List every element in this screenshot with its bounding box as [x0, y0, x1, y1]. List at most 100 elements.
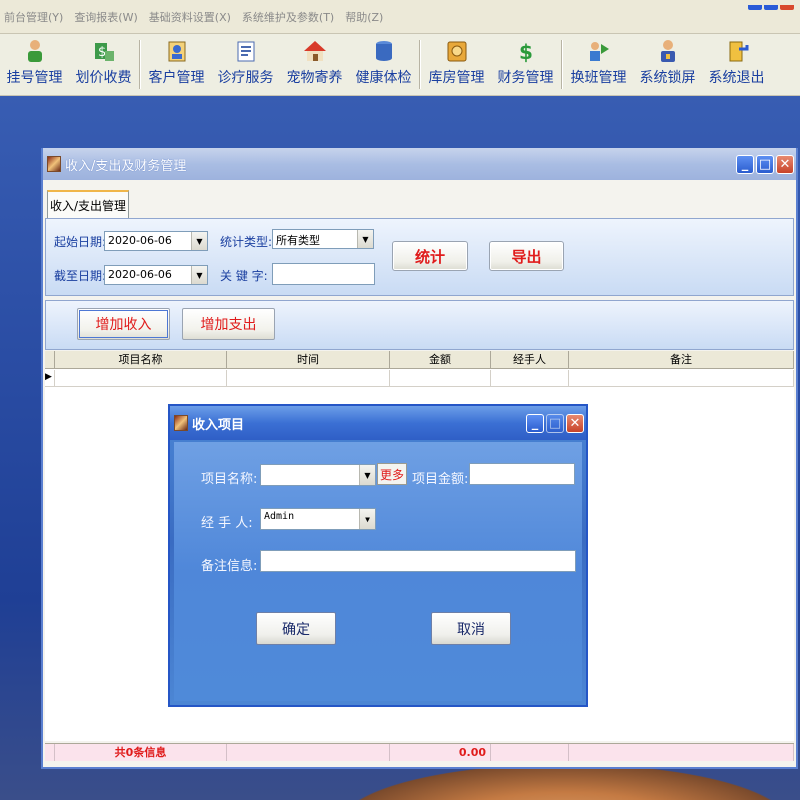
toolbar-warehouse-button[interactable]: 库房管理: [422, 34, 491, 95]
note-input[interactable]: [260, 550, 576, 572]
note-label: 备注信息:: [201, 559, 258, 574]
end-date-value: 2020-06-06: [108, 268, 172, 281]
maximize-button: □: [546, 413, 564, 433]
table-row[interactable]: ▶: [45, 370, 794, 387]
toolbar-label: 客户管理: [148, 70, 205, 86]
table-header: 项目名称 时间 金额 经手人 备注: [45, 351, 794, 369]
money-icon: $: [91, 38, 117, 64]
column-header[interactable]: 金额: [390, 351, 491, 368]
warehouse-icon: [444, 38, 470, 64]
row-pointer-icon: ▶: [45, 370, 55, 386]
close-button[interactable]: ✕: [776, 154, 794, 174]
column-header[interactable]: 备注: [569, 351, 794, 368]
lock-icon: [655, 38, 681, 64]
toolbar-shift-button[interactable]: 换班管理: [564, 34, 633, 95]
dollar-icon: $: [513, 38, 539, 64]
amount-input[interactable]: [469, 463, 575, 485]
toolbar-customer-button[interactable]: 客户管理: [142, 34, 211, 95]
dialog-title: 收入项目: [192, 417, 245, 433]
keyword-input[interactable]: [272, 263, 375, 285]
toolbar-separator: [561, 40, 563, 89]
ok-button[interactable]: 确定: [256, 612, 336, 645]
start-date-picker[interactable]: 2020-06-06 ▼: [104, 231, 208, 251]
keyword-label: 关 键 字:: [220, 269, 268, 283]
toolbar-register-button[interactable]: 挂号管理: [0, 34, 69, 95]
row-header-corner: [45, 351, 55, 368]
stat-button[interactable]: 统计: [392, 241, 468, 271]
toolbar-label: 诊疗服务: [217, 70, 274, 86]
exit-icon: [724, 38, 750, 64]
close-button[interactable]: ✕: [566, 413, 584, 433]
toolbar-label: 系统退出: [708, 70, 765, 86]
chevron-down-icon[interactable]: ▼: [191, 266, 207, 284]
record-count: 共0条信息: [55, 744, 227, 761]
toolbar-treatment-button[interactable]: 诊疗服务: [211, 34, 280, 95]
menu-reports[interactable]: 查询报表(W): [74, 9, 137, 25]
app-icon: [174, 415, 188, 431]
house-icon: [302, 38, 328, 64]
minimize-button[interactable]: _: [526, 413, 544, 433]
menu-basic-settings[interactable]: 基础资料设置(X): [149, 9, 231, 25]
chevron-down-icon[interactable]: ▼: [359, 465, 375, 485]
end-date-picker[interactable]: 2020-06-06 ▼: [104, 265, 208, 285]
handler-label: 经 手 人:: [201, 516, 253, 531]
export-button[interactable]: 导出: [489, 241, 564, 271]
item-name-select[interactable]: ▼: [260, 464, 376, 486]
menu-system-maintenance[interactable]: 系统维护及参数(T): [242, 9, 334, 25]
amount-label: 项目金额:: [412, 472, 469, 487]
chevron-down-icon[interactable]: ▼: [357, 230, 373, 248]
end-date-label: 截至日期:: [54, 269, 107, 283]
column-header[interactable]: 项目名称: [55, 351, 227, 368]
cancel-button[interactable]: 取消: [431, 612, 511, 645]
dialog-body: 项目名称: ▼ 更多 项目金额: 经 手 人: Admin ▼ 备注信息: 确定…: [174, 442, 582, 701]
toolbar-label: 换班管理: [570, 70, 627, 86]
toolbar-label: 健康体检: [355, 70, 412, 86]
stat-type-select[interactable]: 所有类型 ▼: [272, 229, 374, 249]
table-footer: 共0条信息 0.00: [45, 743, 794, 761]
income-item-dialog: 收入项目 _ □ ✕ 项目名称: ▼ 更多 项目金额: 经 手 人: Admin…: [168, 404, 588, 707]
add-expense-button[interactable]: 增加支出: [182, 308, 275, 340]
main-toolbar: 挂号管理 $ 划价收费 客户管理 诊疗服务 宠物寄养 健康体检 库房管理 $ 财…: [0, 34, 800, 96]
toolbar-separator: [419, 40, 421, 89]
chevron-down-icon[interactable]: ▼: [191, 232, 207, 250]
toolbar-lock-button[interactable]: 系统锁屏: [633, 34, 702, 95]
toolbar-label: 系统锁屏: [639, 70, 696, 86]
minimize-button[interactable]: _: [736, 154, 754, 174]
toolbar-exit-button[interactable]: 系统退出: [702, 34, 771, 95]
svg-text:$: $: [519, 40, 533, 63]
start-date-value: 2020-06-06: [108, 234, 172, 247]
chevron-down-icon[interactable]: ▼: [359, 509, 375, 529]
filter-panel: 起始日期: 2020-06-06 ▼ 截至日期: 2020-06-06 ▼ 统计…: [45, 218, 794, 296]
window-title: 收入/支出及财务管理: [65, 158, 187, 174]
toolbar-finance-button[interactable]: $ 财务管理: [491, 34, 560, 95]
total-amount: 0.00: [390, 744, 491, 761]
column-header[interactable]: 时间: [227, 351, 390, 368]
item-name-label: 项目名称:: [201, 472, 258, 487]
maximize-button[interactable]: □: [756, 154, 774, 174]
document-icon: [233, 38, 259, 64]
stat-type-label: 统计类型:: [220, 235, 273, 249]
menu-front-desk[interactable]: 前台管理(Y): [4, 9, 63, 25]
finance-window-titlebar[interactable]: 收入/支出及财务管理 _ □ ✕: [43, 148, 796, 180]
toolbar-label: 划价收费: [75, 70, 132, 86]
customer-icon: [164, 38, 190, 64]
column-header[interactable]: 经手人: [491, 351, 569, 368]
dialog-titlebar[interactable]: 收入项目 _ □ ✕: [170, 406, 586, 440]
handler-select[interactable]: Admin ▼: [260, 508, 376, 530]
tab-income-expense[interactable]: 收入/支出管理: [47, 190, 129, 218]
database-icon: [371, 38, 397, 64]
person-register-icon: [22, 38, 48, 64]
menu-help[interactable]: 帮助(Z): [345, 9, 383, 25]
add-income-button[interactable]: 增加收入: [77, 308, 170, 340]
tab-strip: 收入/支出管理: [43, 180, 796, 218]
handler-value: Admin: [264, 511, 295, 522]
app-icon: [47, 156, 61, 172]
toolbar-billing-button[interactable]: $ 划价收费: [69, 34, 138, 95]
stat-type-value: 所有类型: [276, 234, 320, 247]
menu-bar: 前台管理(Y) 查询报表(W) 基础资料设置(X) 系统维护及参数(T) 帮助(…: [0, 0, 800, 34]
toolbar-health-check-button[interactable]: 健康体检: [349, 34, 418, 95]
toolbar-boarding-button[interactable]: 宠物寄养: [280, 34, 349, 95]
app-window-controls: [746, 0, 798, 10]
toolbar-label: 挂号管理: [6, 70, 63, 86]
more-button[interactable]: 更多: [377, 463, 407, 485]
